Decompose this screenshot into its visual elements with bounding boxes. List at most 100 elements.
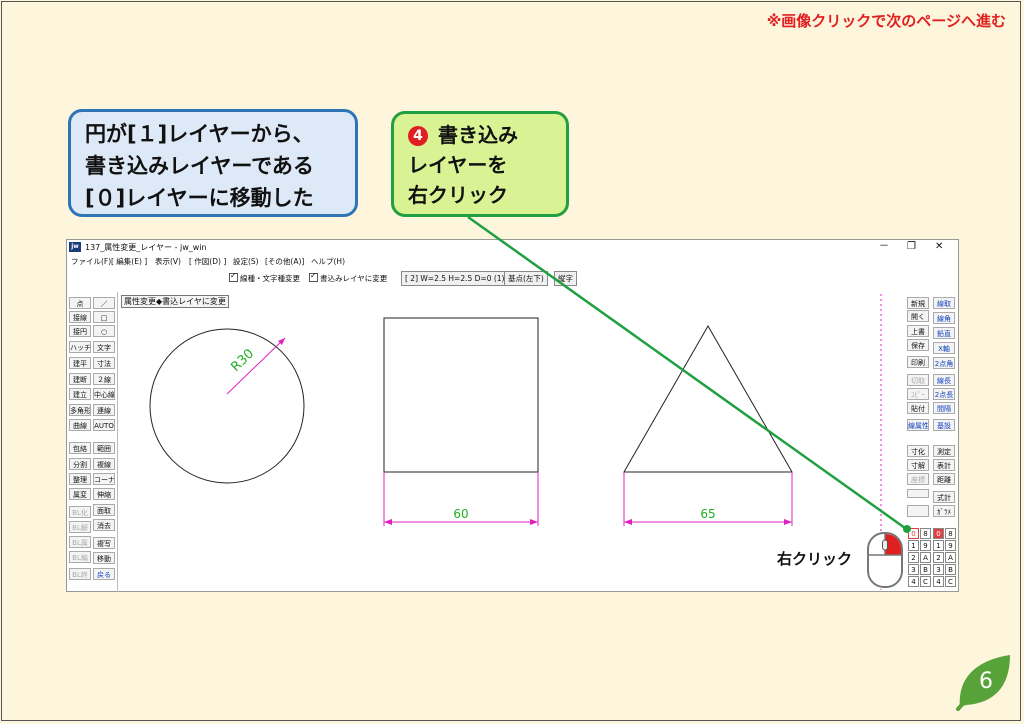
chk-line-text-type[interactable]: 線種・文字種変更 (229, 271, 300, 284)
vertical-text-button[interactable]: 縦字 (554, 271, 577, 286)
tool-block-explode[interactable]: BL解 (69, 521, 91, 533)
tool-base-settings[interactable]: 基設 (933, 419, 955, 431)
tool-blank-2[interactable] (907, 505, 929, 517)
menu-help[interactable]: ヘルプ(H) (311, 256, 345, 267)
tool-continuous-line[interactable]: 連線 (93, 404, 115, 416)
tool-build-elevation[interactable]: 建立 (69, 388, 91, 400)
tool-double-line[interactable]: ２線 (93, 373, 115, 385)
tool-two-point-angle[interactable]: 2点角 (933, 357, 955, 369)
layer-0-write[interactable]: 0 (933, 528, 944, 539)
menu-file[interactable]: ファイル(F) (71, 256, 111, 267)
tool-tangent-circle[interactable]: 接円 (69, 325, 91, 337)
tool-two-point-length[interactable]: 2点長 (933, 388, 955, 400)
tool-center-line[interactable]: 中心線 (93, 388, 115, 400)
tool-x-axis[interactable]: X軸 (933, 342, 955, 354)
layer-group-4[interactable]: 4 (908, 576, 919, 587)
tool-text[interactable]: 文字 (93, 341, 115, 353)
tool-block-create[interactable]: BL化 (69, 506, 91, 518)
tool-chamfer[interactable]: 面取 (93, 504, 115, 516)
tool-auto[interactable]: AUTO (93, 419, 115, 431)
menu-other[interactable]: [その他(A)] (265, 256, 304, 267)
tool-block-attr[interactable]: BL属 (69, 536, 91, 548)
layer-group-3[interactable]: 3 (908, 564, 919, 575)
tool-undo[interactable]: 戻る (93, 568, 115, 580)
menu-view[interactable]: 表示(V) (155, 256, 181, 267)
menu-draw[interactable]: [ 作図(D) ] (189, 256, 226, 267)
tool-open[interactable]: 開く (907, 310, 929, 322)
tool-coordinates[interactable]: 座標 (907, 473, 929, 485)
close-button[interactable]: ✕ (935, 240, 943, 254)
base-point-button[interactable]: 基点(左下) (504, 271, 548, 286)
drawing-canvas[interactable]: R30 60 65 (117, 292, 906, 592)
tool-line-attr[interactable]: 線属性 (907, 419, 929, 431)
tool-dim-group[interactable]: 寸化 (907, 445, 929, 457)
layer-group-b[interactable]: B (920, 564, 931, 575)
layer-4[interactable]: 4 (933, 576, 944, 587)
layer-c[interactable]: C (945, 576, 956, 587)
tool-cut[interactable]: 切取 (907, 374, 929, 386)
layer-b[interactable]: B (945, 564, 956, 575)
tool-overwrite[interactable]: 上書 (907, 325, 929, 337)
tool-copy[interactable]: 複写 (93, 537, 115, 549)
tool-arrange[interactable]: 整理 (69, 473, 91, 485)
layer-9[interactable]: 9 (945, 540, 956, 551)
tool-divide[interactable]: 分割 (69, 458, 91, 470)
layer-group-2[interactable]: 2 (908, 552, 919, 563)
tool-paste[interactable]: 貼付 (907, 402, 929, 414)
layer-2[interactable]: 2 (933, 552, 944, 563)
tool-formula[interactable]: 式計 (933, 491, 955, 503)
tool-line-length[interactable]: 線長 (933, 374, 955, 386)
layer-group-9[interactable]: 9 (920, 540, 931, 551)
tool-rectangle[interactable]: □ (93, 311, 115, 323)
tool-new[interactable]: 新規 (907, 297, 929, 309)
layer-group-c[interactable]: C (920, 576, 931, 587)
tool-point[interactable]: 点 (69, 297, 91, 309)
tool-spacing[interactable]: 間隔 (933, 402, 955, 414)
tool-build-plan[interactable]: 建平 (69, 357, 91, 369)
layer-group-0[interactable]: 0 (908, 528, 919, 539)
tool-copy-clip[interactable]: ｺﾋﾟｰ (907, 388, 929, 400)
next-page-note[interactable]: ※画像クリックで次のページへ進む (767, 10, 1006, 31)
tool-dim-ungroup[interactable]: 寸解 (907, 459, 929, 471)
layer-group-a[interactable]: A (920, 552, 931, 563)
tool-attribute-change[interactable]: 属変 (69, 488, 91, 500)
tool-block-end[interactable]: BL終 (69, 568, 91, 580)
menu-edit[interactable]: [ 編集(E) ] (111, 256, 147, 267)
tool-curve[interactable]: 曲線 (69, 419, 91, 431)
tool-table-calc[interactable]: 表計 (933, 459, 955, 471)
tool-polygon[interactable]: 多角形 (69, 404, 91, 416)
tool-measure[interactable]: 測定 (933, 445, 955, 457)
tool-offset[interactable]: 複線 (93, 458, 115, 470)
tool-erase[interactable]: 消去 (93, 519, 115, 531)
tool-distance[interactable]: 距離 (933, 473, 955, 485)
tool-dimension[interactable]: 寸法 (93, 357, 115, 369)
tool-move[interactable]: 移動 (93, 552, 115, 564)
text-type-info[interactable]: [ 2] W=2.5 H=2.5 D=0 (1) (401, 271, 509, 286)
tool-tangent[interactable]: 接線 (69, 311, 91, 323)
layer-group-1[interactable]: 1 (908, 540, 919, 551)
tool-blank-1[interactable] (907, 489, 929, 498)
tool-range[interactable]: 範囲 (93, 442, 115, 454)
maximize-button[interactable]: ❐ (907, 240, 916, 254)
chk-write-layer[interactable]: 書込みレイヤに変更 (309, 271, 387, 284)
tool-circle[interactable]: ○ (93, 325, 115, 337)
layer-3[interactable]: 3 (933, 564, 944, 575)
tool-line[interactable]: ／ (93, 297, 115, 309)
layer-group-8[interactable]: 8 (920, 528, 931, 539)
tool-save[interactable]: 保存 (907, 339, 929, 351)
layer-8[interactable]: 8 (945, 528, 956, 539)
tool-garame[interactable]: ｶﾞﾗﾒ (933, 505, 955, 517)
minimize-button[interactable]: － (879, 240, 889, 254)
tool-print[interactable]: 印刷 (907, 356, 929, 368)
tool-corner[interactable]: コーナー (93, 473, 115, 485)
tool-block-edit[interactable]: BL編 (69, 551, 91, 563)
tool-stretch[interactable]: 伸縮 (93, 488, 115, 500)
tool-build-section[interactable]: 建断 (69, 373, 91, 385)
layer-1[interactable]: 1 (933, 540, 944, 551)
tool-envelope[interactable]: 包絡 (69, 442, 91, 454)
layer-a[interactable]: A (945, 552, 956, 563)
menu-settings[interactable]: 設定(S) (233, 256, 259, 267)
tool-line-angle[interactable]: 線角 (933, 312, 955, 324)
tool-line-take[interactable]: 線取 (933, 297, 955, 309)
tool-vertical[interactable]: 鉛直 (933, 327, 955, 339)
